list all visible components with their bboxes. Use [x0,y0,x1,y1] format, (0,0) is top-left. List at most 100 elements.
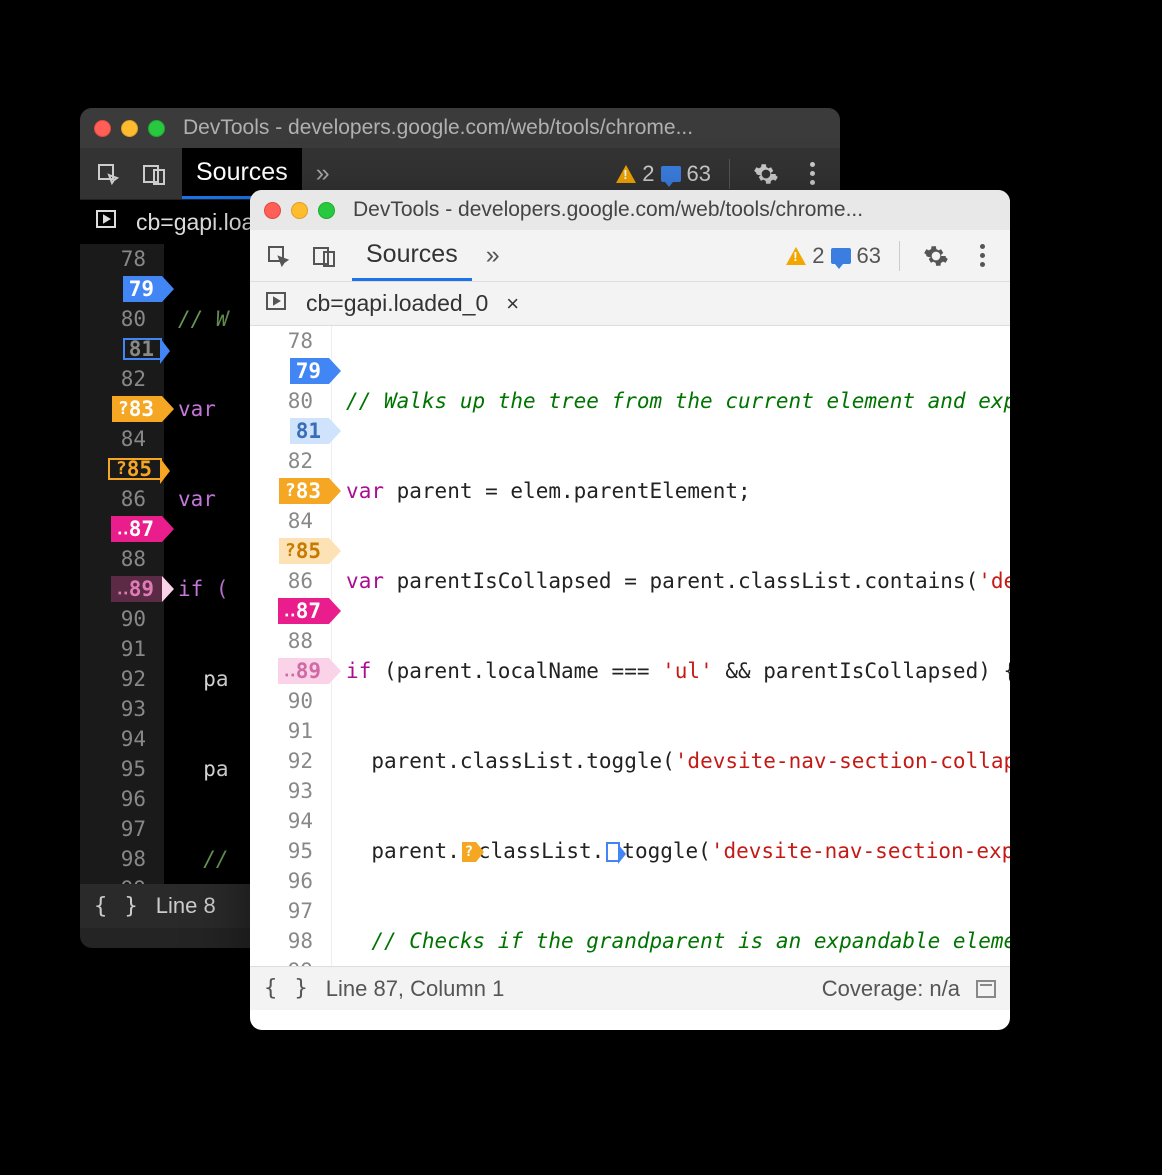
message-count: 63 [857,243,881,269]
console-counts[interactable]: 2 63 [616,161,711,187]
cursor-position: Line 8 [156,893,216,919]
devtools-window-light: DevTools - developers.google.com/web/too… [250,190,1010,1030]
breakpoint-orange[interactable]: ? 83 [279,478,329,504]
tab-overflow-icon[interactable]: » [472,230,514,281]
line-number: 92 [288,749,313,773]
file-tab-bar: cb=gapi.loaded_0 × [250,282,1010,326]
tab-sources[interactable]: Sources [352,230,472,281]
breakpoint-pink[interactable]: ‥ 87 [278,598,329,624]
line-number: 98 [121,847,146,871]
console-counts[interactable]: 2 63 [786,243,881,269]
warning-icon [616,165,636,183]
line-number: 95 [288,839,313,863]
line-number: 88 [121,547,146,571]
line-number: 96 [288,869,313,893]
close-window-icon[interactable] [94,120,111,137]
breakpoint-blue-outline[interactable]: 81 [123,338,162,360]
line-number: 96 [121,787,146,811]
line-gutter[interactable]: 78 79 80 81 82 ? 83 84 ? 85 86 ‥ 87 88 ‥… [80,244,164,884]
warning-count: 2 [812,243,824,269]
close-tab-icon[interactable]: × [506,291,519,317]
line-number: 78 [121,247,146,271]
settings-icon[interactable] [748,156,784,192]
line-number: 97 [121,817,146,841]
main-toolbar: Sources » 2 63 [250,230,1010,282]
settings-icon[interactable] [918,238,954,274]
inline-breakpoint-orange-icon[interactable] [462,842,476,862]
maximize-window-icon[interactable] [148,120,165,137]
cursor-position: Line 87, Column 1 [326,976,505,1002]
warning-count: 2 [642,161,654,187]
line-number: 86 [288,569,313,593]
coverage-status: Coverage: n/a [822,976,960,1002]
window-controls [264,202,335,219]
line-number: 90 [288,689,313,713]
breakpoint-orange-outline[interactable]: ? 85 [108,458,162,480]
titlebar: DevTools - developers.google.com/web/too… [80,108,840,148]
line-number: 80 [121,307,146,331]
pretty-print-icon[interactable]: { } [264,976,310,1001]
more-menu-icon[interactable] [964,238,1000,274]
line-number: 93 [288,779,313,803]
line-number: 86 [121,487,146,511]
breakpoint-orange[interactable]: ? 83 [112,396,162,422]
close-window-icon[interactable] [264,202,281,219]
code-content[interactable]: // Walks up the tree from the current el… [332,326,1010,966]
status-bar: { } Line 87, Column 1 Coverage: n/a [250,966,1010,1010]
line-number: 97 [288,899,313,923]
inspect-element-icon[interactable] [260,238,296,274]
code-line: // Walks up the tree from the current el… [346,389,1010,413]
debugger-pane-toggle-icon[interactable] [94,207,118,237]
line-number: 94 [288,809,313,833]
line-number: 95 [121,757,146,781]
window-title: DevTools - developers.google.com/web/too… [353,198,863,222]
line-number: 78 [288,329,313,353]
maximize-window-icon[interactable] [318,202,335,219]
line-number: 82 [288,449,313,473]
window-controls [94,120,165,137]
debugger-pane-toggle-icon[interactable] [264,289,288,319]
code-editor[interactable]: 78 79 80 81 82 ? 83 84 ? 85 86 ‥ 87 88 ‥… [250,326,1010,966]
message-count: 63 [687,161,711,187]
line-number: 93 [121,697,146,721]
breakpoint-pink[interactable]: ‥ 87 [111,516,162,542]
breakpoint-pink-outline[interactable]: ‥ 89 [111,576,162,602]
line-number: 92 [121,667,146,691]
minimize-window-icon[interactable] [291,202,308,219]
file-tab-name[interactable]: cb=gapi.loaded_0 [306,290,488,317]
breakpoint-blue[interactable]: 79 [290,358,329,384]
breakpoint-pink-outline[interactable]: ‥ 89 [278,658,329,684]
divider [729,159,730,189]
breakpoint-orange-outline[interactable]: ? 85 [279,538,329,564]
message-icon [661,166,681,182]
line-number: 90 [121,607,146,631]
minimize-window-icon[interactable] [121,120,138,137]
line-number: 94 [121,727,146,751]
window-title: DevTools - developers.google.com/web/too… [183,116,693,140]
line-number: 80 [288,389,313,413]
line-number: 84 [288,509,313,533]
inspect-element-icon[interactable] [90,156,126,192]
line-number: 98 [288,929,313,953]
line-number: 88 [288,629,313,653]
line-number: 91 [121,637,146,661]
pretty-print-icon[interactable]: { } [94,894,140,919]
breakpoint-blue[interactable]: 79 [123,276,162,302]
line-number: 91 [288,719,313,743]
titlebar: DevTools - developers.google.com/web/too… [250,190,1010,230]
code-content[interactable]: // W var var if ( pa pa // va va if } } … [164,244,254,884]
divider [899,241,900,271]
device-mode-icon[interactable] [136,156,172,192]
device-mode-icon[interactable] [306,238,342,274]
line-number: 84 [121,427,146,451]
drawer-toggle-icon[interactable] [976,980,996,998]
inline-breakpoint-blue-icon[interactable] [606,842,620,862]
line-gutter[interactable]: 78 79 80 81 82 ? 83 84 ? 85 86 ‥ 87 88 ‥… [250,326,332,966]
breakpoint-blue-outline[interactable]: 81 [290,418,329,444]
line-number: 99 [121,877,146,884]
panel-tabs: Sources » [352,230,514,281]
line-number: 99 [288,959,313,966]
message-icon [831,248,851,264]
more-menu-icon[interactable] [794,156,830,192]
warning-icon [786,247,806,265]
